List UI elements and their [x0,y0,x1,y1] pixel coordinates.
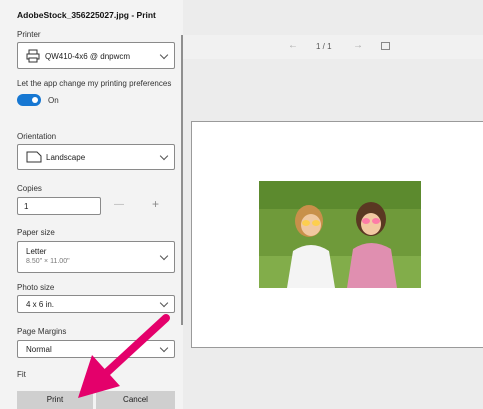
annotation-arrow [78,314,170,398]
